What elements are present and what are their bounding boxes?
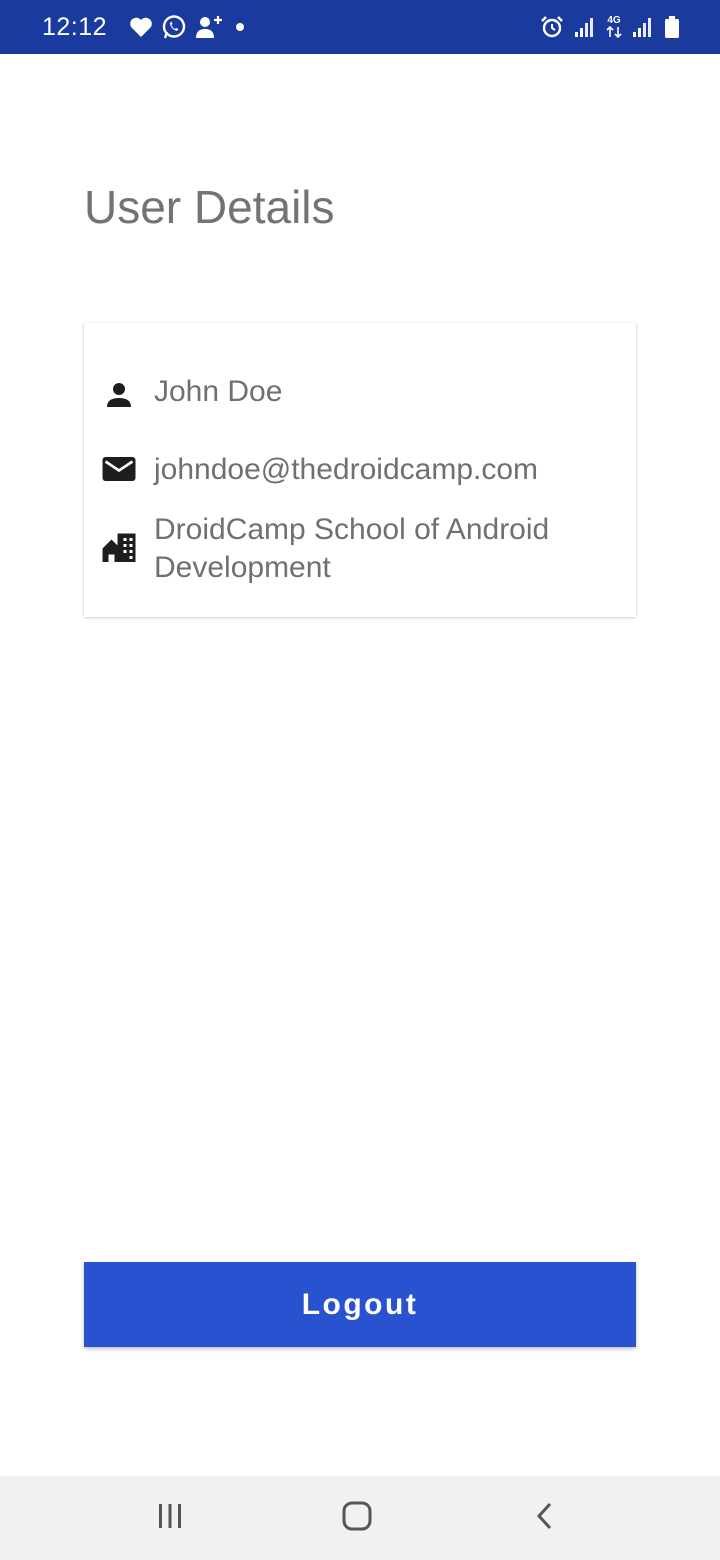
network-label: 4G — [607, 15, 621, 26]
user-name: John Doe — [154, 375, 283, 408]
recents-button[interactable] — [148, 1498, 192, 1538]
page-title: User Details — [84, 181, 335, 233]
status-time: 12:12 — [42, 12, 108, 41]
user-email: johndoe@thedroidcamp.com — [154, 453, 539, 486]
home-button[interactable] — [335, 1498, 379, 1538]
status-bar: 12:12 4G — [0, 0, 720, 54]
navigation-bar — [0, 1476, 720, 1560]
person-icon — [101, 377, 137, 413]
whatsapp-icon — [161, 14, 187, 40]
notification-icons — [129, 14, 247, 40]
school-building-icon — [101, 529, 137, 565]
recents-icon — [155, 1501, 185, 1536]
back-button[interactable] — [523, 1498, 567, 1538]
user-organization: DroidCamp School of Android Development — [154, 513, 550, 584]
home-icon — [341, 1500, 373, 1537]
system-icons: 4G — [540, 0, 680, 54]
logout-button[interactable]: Logout — [84, 1262, 636, 1347]
alarm-icon — [540, 15, 564, 39]
signal-icon — [574, 16, 596, 38]
network-4g-icon: 4G — [606, 16, 622, 38]
dot-icon — [233, 20, 247, 34]
user-details-card: John Doe johndoe@thedroidcamp.com DroidC… — [84, 323, 636, 617]
email-icon — [101, 451, 137, 487]
back-icon — [530, 1501, 560, 1536]
heart-icon — [129, 16, 153, 38]
signal-icon-2 — [632, 16, 654, 38]
battery-icon — [664, 15, 680, 39]
add-contact-icon — [195, 14, 225, 40]
